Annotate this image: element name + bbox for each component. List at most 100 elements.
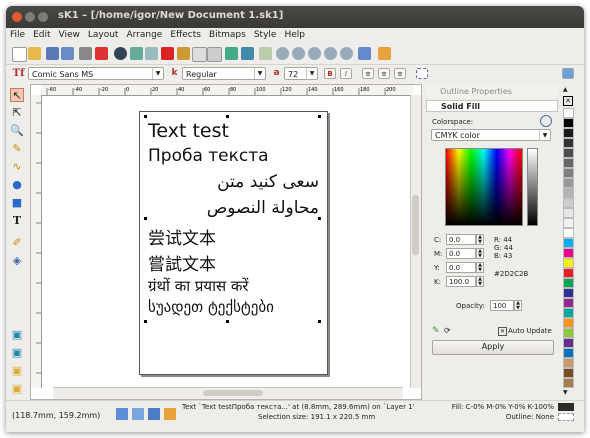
selection-tool-icon[interactable]: ↖ [10, 88, 24, 102]
no-fill-swatch[interactable]: ✕ [563, 96, 573, 106]
palette-swatch[interactable] [563, 278, 574, 288]
drawing-canvas[interactable]: -60 -40 -20 0 20 40 60 80 100 120 140 160 180 200 Tex… [30, 84, 422, 400]
horizontal-scrollbar[interactable] [53, 387, 403, 399]
freehand-tool-icon[interactable]: ✎ [10, 142, 24, 156]
text-line-georgian[interactable]: სუადეთ ტექსტები [148, 298, 274, 316]
selection-handle[interactable] [226, 115, 229, 118]
palette-swatch[interactable] [563, 258, 574, 268]
snap-objects-icon[interactable] [148, 408, 160, 420]
align-center-button[interactable]: ≡ [378, 68, 390, 79]
vertical-scroll-thumb[interactable] [412, 195, 419, 255]
m-input[interactable]: 0.0 [446, 248, 476, 259]
font-size-select[interactable]: 72 ▼ [284, 67, 318, 80]
refresh-view-icon[interactable] [358, 47, 371, 60]
menu-file[interactable]: File [6, 28, 29, 40]
lightness-slider[interactable] [527, 148, 538, 226]
arrange-backward-icon[interactable]: ▣ [10, 382, 24, 396]
node-edit-tool-icon[interactable]: ⇱ [10, 106, 24, 120]
selection-handle[interactable] [318, 115, 321, 118]
save-as-icon[interactable] [61, 47, 74, 60]
selection-handle[interactable] [226, 320, 229, 323]
snap-grid-icon[interactable] [116, 408, 128, 420]
menu-edit[interactable]: Edit [29, 28, 54, 40]
text-frame-button[interactable] [416, 68, 428, 79]
zoom-page-icon[interactable] [308, 47, 321, 60]
zoom-out-icon[interactable] [292, 47, 305, 60]
new-document-icon[interactable] [12, 47, 27, 62]
save-icon[interactable] [46, 47, 59, 60]
menu-bitmaps[interactable]: Bitmaps [205, 28, 250, 40]
text-line-hindi[interactable]: ग्रंथों का प्रयास करें [148, 276, 249, 296]
menu-help[interactable]: Help [280, 28, 309, 40]
text-line-chinese-traditional[interactable]: 嘗試文本 [148, 250, 216, 275]
colorspace-select[interactable]: CMYK color ▼ [431, 129, 551, 141]
document-page[interactable]: Text test Проба текста سعى كنيد متن محاو… [139, 111, 328, 375]
delete-icon[interactable] [161, 47, 174, 60]
apply-button[interactable]: Apply [432, 340, 554, 355]
outline-properties-header[interactable]: Outline Properties [426, 86, 558, 98]
bold-button[interactable]: B [324, 68, 336, 79]
menu-effects[interactable]: Effects [166, 28, 205, 40]
k-input[interactable]: 100.0 [446, 276, 476, 287]
snap-guides-icon[interactable] [132, 408, 144, 420]
palette-swatch[interactable] [563, 148, 574, 158]
palette-scroll-down-icon[interactable]: ▼ [563, 389, 568, 396]
vertical-scrollbar[interactable] [410, 95, 421, 388]
bezier-tool-icon[interactable]: ∿ [10, 160, 24, 174]
text-line-arabic[interactable]: محاولة النصوص [207, 198, 319, 218]
palette-swatch[interactable] [563, 378, 574, 388]
palette-swatch[interactable] [563, 198, 574, 208]
paste-icon[interactable] [207, 47, 222, 62]
align-right-button[interactable]: ≡ [394, 68, 406, 79]
palette-swatch[interactable] [563, 238, 574, 248]
k-spinner[interactable]: ▲ ▼ [476, 276, 484, 287]
opacity-spinner[interactable]: ▲ ▼ [514, 300, 522, 311]
font-style-select[interactable]: Regular ▼ [182, 67, 266, 80]
arrange-front-icon[interactable]: ▣ [10, 328, 24, 342]
c-spinner[interactable]: ▲ ▼ [476, 234, 484, 245]
palette-swatch[interactable] [563, 318, 574, 328]
rectangle-tool-icon[interactable]: ■ [10, 196, 24, 210]
y-input[interactable]: 0.0 [446, 262, 476, 273]
palette-swatch[interactable] [563, 108, 574, 118]
palette-swatch[interactable] [563, 168, 574, 178]
cut-icon[interactable] [177, 47, 190, 60]
eyedropper-icon[interactable]: ✎ [432, 326, 440, 336]
text-tool-icon[interactable]: T [10, 214, 24, 228]
auto-update-checkbox[interactable]: ✕ [498, 327, 507, 336]
palette-swatch[interactable] [563, 338, 574, 348]
maximize-window-button[interactable] [38, 12, 48, 22]
palette-swatch[interactable] [563, 368, 574, 378]
palette-swatch[interactable] [563, 298, 574, 308]
selection-handle[interactable] [318, 320, 321, 323]
arrange-forward-icon[interactable]: ▣ [10, 364, 24, 378]
panel-toggle-icon[interactable] [562, 68, 574, 79]
text-line-russian[interactable]: Проба текста [148, 146, 269, 166]
palette-swatch[interactable] [563, 158, 574, 168]
selection-handle[interactable] [318, 217, 321, 220]
palette-scroll-up-icon[interactable]: ▲ [563, 86, 568, 93]
palette-swatch[interactable] [563, 138, 574, 148]
palette-swatch[interactable] [563, 128, 574, 138]
horizontal-scroll-thumb[interactable] [203, 390, 263, 396]
italic-button[interactable]: I [340, 68, 352, 79]
y-spinner[interactable]: ▲ ▼ [476, 262, 484, 273]
selection-handle[interactable] [144, 320, 147, 323]
selection-handle[interactable] [144, 115, 147, 118]
swap-icon[interactable]: ⟳ [444, 326, 451, 335]
text-line-persian[interactable]: سعى كنيد متن [217, 172, 319, 192]
zoom-100-icon[interactable] [340, 47, 353, 60]
preferences-icon[interactable] [378, 47, 391, 60]
palette-swatch[interactable] [563, 208, 574, 218]
ellipse-tool-icon[interactable]: ● [10, 178, 24, 192]
fill-tool-icon[interactable]: ◈ [10, 254, 24, 268]
arrange-back-icon[interactable]: ▣ [10, 346, 24, 360]
palette-swatch[interactable] [563, 288, 574, 298]
palette-swatch[interactable] [563, 228, 574, 238]
close-window-button[interactable] [12, 12, 22, 22]
align-left-button[interactable]: ≡ [362, 68, 374, 79]
selection-handle[interactable] [144, 217, 147, 220]
text-line-chinese-simplified[interactable]: 尝试文本 [148, 224, 216, 249]
copy-icon[interactable] [192, 47, 207, 62]
stop-icon[interactable] [114, 47, 127, 60]
